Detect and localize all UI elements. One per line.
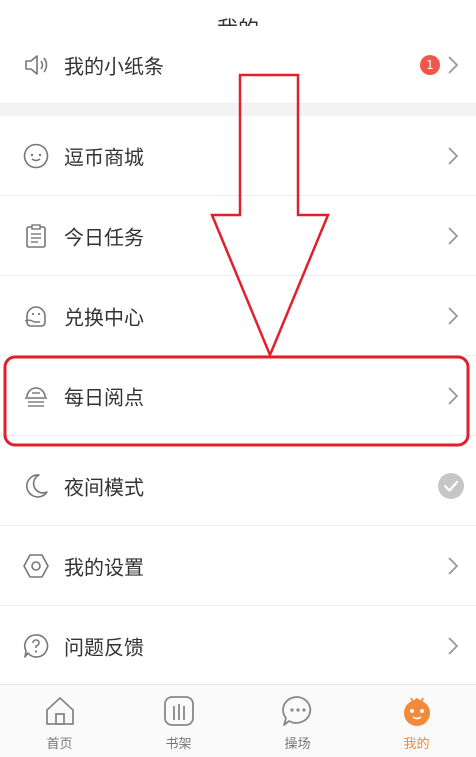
bookshelf-icon	[163, 696, 194, 726]
home-icon	[45, 697, 74, 725]
moon-icon	[26, 473, 48, 498]
question-bubble-icon	[24, 634, 49, 658]
smile-coin-icon	[23, 143, 49, 168]
chevron-right-icon	[448, 226, 459, 245]
tab-bookshelf[interactable]: 书架	[119, 685, 238, 757]
section-divider	[0, 104, 476, 116]
chevron-right-icon	[448, 55, 459, 74]
tab-label: 我的	[403, 737, 430, 752]
night-mode-check-toggle[interactable]	[438, 472, 464, 499]
tab-label: 书架	[165, 737, 192, 752]
chevron-right-icon	[448, 556, 459, 575]
tab-label: 首页	[46, 737, 73, 752]
chevron-right-icon	[448, 306, 459, 325]
menu-item-label: 我的设置	[64, 555, 144, 579]
daily-reading-icon	[25, 386, 47, 407]
menu-item-label: 今日任务	[64, 225, 144, 249]
menu-item-feedback[interactable]: 问题反馈	[0, 606, 476, 686]
exchange-face-icon	[24, 305, 46, 327]
bottom-tab-bar: 首页 书架 操场 我的	[0, 684, 476, 757]
speaker-icon	[25, 54, 48, 75]
menu-item-label: 兑换中心	[64, 305, 144, 329]
tab-mine[interactable]: 我的	[357, 685, 476, 757]
mascot-icon	[403, 697, 430, 726]
chevron-right-icon	[448, 146, 459, 165]
chat-bubble-icon	[281, 696, 311, 726]
menu-item-night-mode[interactable]: 夜间模式	[0, 446, 476, 526]
menu-item-daily-tasks[interactable]: 今日任务	[0, 196, 476, 276]
menu-item-label: 每日阅点	[64, 385, 144, 409]
tab-playground[interactable]: 操场	[238, 685, 357, 757]
menu-item-daily-reading[interactable]: 每日阅点	[0, 356, 476, 436]
tab-home[interactable]: 首页	[0, 685, 119, 757]
menu-item-label: 夜间模式	[64, 475, 144, 499]
menu-item-coin-mall[interactable]: 逗币商城	[0, 116, 476, 196]
hexagon-settings-icon	[23, 553, 49, 578]
check-icon	[443, 480, 459, 492]
chevron-right-icon	[448, 637, 459, 655]
menu-item-settings[interactable]: 我的设置	[0, 526, 476, 606]
clipboard-icon	[26, 223, 46, 248]
tab-label: 操场	[284, 737, 311, 752]
menu-item-label: 逗币商城	[64, 145, 144, 169]
chevron-right-icon	[448, 386, 459, 405]
menu-item-notes[interactable]: 我的小纸条 1	[0, 26, 476, 104]
menu-item-exchange-center[interactable]: 兑换中心	[0, 276, 476, 356]
menu-item-label: 问题反馈	[64, 635, 144, 660]
unread-badge: 1	[420, 54, 440, 75]
menu-item-label: 我的小纸条	[64, 54, 164, 78]
